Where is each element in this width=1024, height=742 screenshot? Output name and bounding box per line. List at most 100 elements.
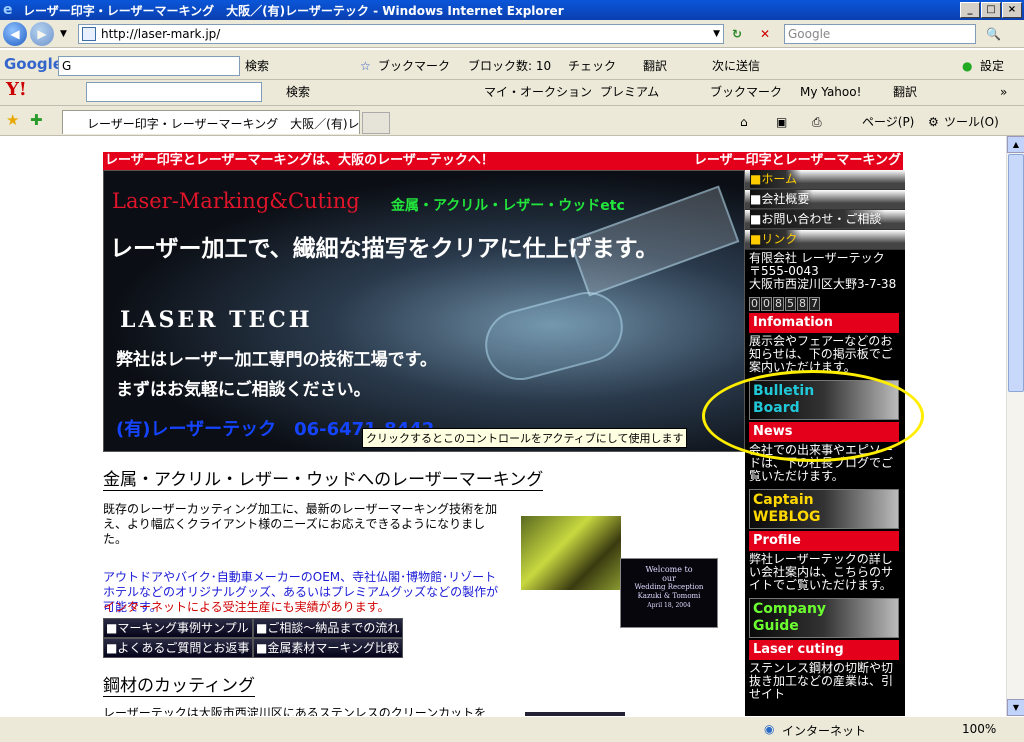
chevron-right-icon[interactable]: » — [1000, 84, 1007, 100]
translate-button[interactable]: 翻訳 — [643, 58, 667, 74]
section2-text: レーザーテックは大阪市西淀川区にあるステンレスのクリーンカットを — [103, 706, 487, 716]
sidebar-item-company[interactable]: ■会社概要 — [745, 190, 905, 210]
company-address: 有限会社 レーザーテック 〒555-0043 大阪市西淀川区大野3-7-38 — [745, 250, 905, 293]
laser-text: ステンレス鋼材の切断や切抜き加工などの産業は、引せイト — [749, 661, 894, 701]
popup-blocked[interactable]: ブロック数: 10 — [468, 58, 551, 74]
header-left-text: レーザー印字とレーザーマーキングは、大阪のレーザーテックへ！ — [105, 153, 494, 168]
my-auction-link[interactable]: マイ・オークション — [484, 84, 592, 100]
window-title-bar: e レーザー印字・レーザーマーキング 大阪／(有)レーザーテック - Windo… — [0, 0, 1024, 20]
new-tab-button[interactable] — [362, 112, 390, 134]
counter-digit: 0 — [761, 297, 772, 311]
close-button[interactable]: × — [1002, 2, 1022, 18]
tab-active[interactable]: レーザー印字・レーザーマーキング 大阪／(有)レーザー... — [62, 110, 360, 134]
google-search-button[interactable]: 検索 — [245, 58, 269, 74]
photo-line: our — [662, 574, 676, 583]
tools-menu[interactable]: ツール(O) — [944, 114, 999, 130]
company-street: 大阪市西淀川区大野3-7-38 — [749, 277, 897, 291]
profile-heading: Profile — [749, 531, 899, 551]
photo-line: Wedding Reception — [634, 583, 704, 591]
ie-logo-icon: e — [3, 2, 13, 18]
settings-button[interactable]: 設定 — [980, 58, 1004, 74]
sidebar-item-home[interactable]: ■ホーム — [745, 170, 905, 190]
banner-brand: LASER TECH — [120, 307, 313, 333]
window-title: レーザー印字・レーザーマーキング 大阪／(有)レーザーテック - Windows… — [23, 3, 564, 18]
consultation-flow-button[interactable]: ■ご相談～納品までの流れ — [253, 618, 403, 638]
home-icon[interactable]: ⌂ — [740, 114, 748, 130]
url-dropdown-icon[interactable]: ▼ — [713, 29, 720, 39]
yahoo-bookmarks-link[interactable]: ブックマーク — [710, 84, 782, 100]
captain-weblog-banner[interactable]: Captain WEBLOG — [749, 489, 899, 529]
favorites-star-icon[interactable]: ★ — [6, 112, 19, 128]
status-bar: ◉ インターネット 100% — [0, 716, 1024, 742]
google-logo: Google — [4, 55, 63, 73]
zoom-level[interactable]: 100% — [962, 722, 996, 736]
google-search-input[interactable]: G — [58, 56, 240, 76]
marking-photo — [521, 516, 621, 590]
highlight-ellipse — [702, 370, 924, 462]
forward-button[interactable]: ▶ — [30, 21, 54, 46]
weblog-label: Captain WEBLOG — [753, 492, 821, 525]
minimize-button[interactable]: _ — [960, 2, 980, 18]
company-guide-banner[interactable]: Company Guide — [749, 598, 899, 638]
scroll-down-icon[interactable]: ▼ — [1007, 699, 1024, 716]
header-right-text: レーザー印字とレーザーマーキング — [693, 153, 901, 168]
banner-line1: 弊社はレーザー加工専門の技術工場です。 — [116, 350, 437, 370]
page-icon — [82, 27, 96, 41]
url-field[interactable]: http://laser-mark.jp/ ▼ — [78, 24, 724, 44]
page-menu[interactable]: ページ(P) — [862, 114, 914, 130]
scroll-thumb[interactable] — [1008, 154, 1024, 392]
photo-line: Welcome to — [645, 565, 693, 574]
maximize-button[interactable]: □ — [981, 2, 1001, 18]
guide-label: Company Guide — [753, 601, 827, 634]
acrylic-shape — [477, 284, 631, 388]
sidebar-item-links[interactable]: ■リンク — [745, 230, 905, 250]
page-viewport: レーザー印字とレーザーマーキングは、大阪のレーザーテックへ！ レーザー印字とレー… — [0, 136, 1006, 716]
vertical-scrollbar[interactable]: ▲ ▼ — [1006, 136, 1024, 716]
banner-logo-text: Laser-Marking&Cuting — [112, 189, 360, 213]
metal-comparison-button[interactable]: ■金属素材マーキング比較 — [253, 638, 403, 658]
laser-heading: Laser cuting — [749, 640, 899, 660]
feeds-icon[interactable]: ▣ — [776, 114, 787, 130]
refresh-icon[interactable]: ↻ — [732, 26, 742, 42]
add-favorite-icon[interactable]: ✚ — [30, 112, 43, 128]
section2-title: 鋼材のカッティング — [103, 676, 255, 697]
scroll-up-icon[interactable]: ▲ — [1007, 136, 1024, 153]
back-button[interactable]: ◀ — [3, 21, 27, 46]
section1-text: 既存のレーザーカッティング加工に、最新のレーザーマーキング技術を加え、より幅広く… — [103, 502, 498, 546]
spellcheck-button[interactable]: チェック — [568, 58, 616, 74]
marking-samples-button[interactable]: ■マーキング事例サンプル — [103, 618, 253, 638]
info-heading: Infomation — [749, 313, 899, 333]
yahoo-translate-link[interactable]: 翻訳 — [893, 84, 917, 100]
yahoo-search-button[interactable]: 検索 — [286, 84, 310, 100]
profile-text: 弊社レーザーテックの詳しい会社案内は、こちらのサイトでご覧いただけます。 — [749, 552, 894, 592]
counter-digit: 8 — [773, 297, 784, 311]
photo-line: April 18, 2004 — [647, 602, 691, 609]
globe-icon: ◉ — [764, 722, 775, 736]
flash-banner[interactable]: Laser-Marking&Cuting 金属・アクリル・レザー・ウッドetc … — [103, 170, 745, 452]
yahoo-logo: Y! — [6, 79, 27, 100]
yahoo-search-input[interactable] — [86, 82, 262, 102]
history-dropdown-icon[interactable]: ▼ — [60, 29, 67, 39]
section1-red-text: インターネットによる受注生産にも実績があります。 — [103, 600, 390, 614]
visitor-counter: 0 0 8 5 8 7 — [749, 297, 905, 311]
tooltip: クリックするとこのコントロールをアクティブにして使用します — [362, 428, 688, 448]
premium-link[interactable]: プレミアム — [600, 84, 659, 100]
print-icon[interactable]: ⎙ — [812, 114, 822, 130]
faq-button[interactable]: ■よくあるご質問とお返事 — [103, 638, 253, 658]
zone-label: インターネット — [782, 724, 867, 738]
search-icon[interactable]: 🔍 — [986, 26, 1001, 42]
search-input[interactable]: Google — [784, 24, 976, 44]
sidebar-item-contact[interactable]: ■お問い合わせ・ご相談 — [745, 210, 905, 230]
google-bookmarks-menu[interactable]: ブックマーク — [378, 58, 450, 74]
send-to-button[interactable]: 次に送信 — [712, 58, 760, 74]
photo-line: Kazuki & Tomomi — [637, 592, 701, 600]
counter-digit: 8 — [797, 297, 808, 311]
banner-headline: レーザー加工で、繊細な描写をクリアに仕上げます。 — [110, 235, 659, 262]
section1-title: 金属・アクリル・レザー・ウッドへのレーザーマーキング — [103, 470, 544, 491]
my-yahoo-link[interactable]: My Yahoo! — [800, 84, 861, 100]
stop-icon[interactable]: ✕ — [760, 26, 770, 42]
counter-digit: 0 — [749, 297, 760, 311]
star-icon: ☆ — [360, 59, 371, 73]
gear-icon: ⚙ — [928, 115, 939, 129]
banner-line2: まずはお気軽にご相談ください。 — [116, 380, 371, 400]
